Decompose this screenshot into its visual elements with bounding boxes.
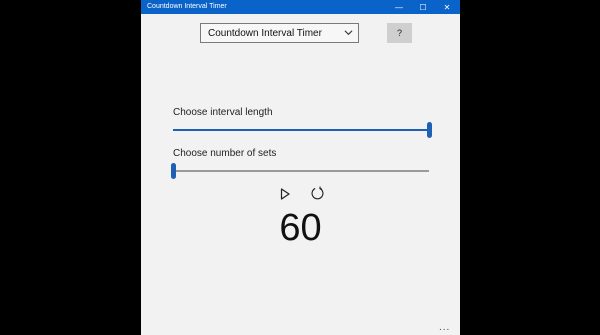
number-of-sets-thumb[interactable] [171, 163, 176, 179]
chevron-down-icon [344, 30, 353, 36]
number-of-sets-track [173, 170, 429, 172]
minimize-button[interactable]: — [386, 0, 412, 14]
more-options-button[interactable]: ... [439, 322, 450, 333]
number-of-sets-label: Choose number of sets [173, 148, 277, 159]
interval-length-slider[interactable] [173, 122, 432, 138]
help-button[interactable]: ? [387, 23, 412, 43]
maximize-button[interactable]: ☐ [410, 0, 436, 14]
app-window: Countdown Interval Timer — ☐ ✕ Countdown… [141, 0, 460, 335]
close-button[interactable]: ✕ [434, 0, 460, 14]
mode-dropdown-value: Countdown Interval Timer [208, 28, 322, 39]
interval-length-thumb[interactable] [427, 122, 432, 138]
interval-length-fill [173, 129, 429, 131]
play-icon [280, 188, 290, 200]
title-bar: Countdown Interval Timer — ☐ ✕ [141, 0, 460, 14]
interval-length-label: Choose interval length [173, 107, 273, 118]
reset-button[interactable] [309, 185, 325, 201]
mode-dropdown[interactable]: Countdown Interval Timer [200, 23, 359, 43]
window-title: Countdown Interval Timer [147, 3, 227, 10]
timer-display: 60 [279, 207, 322, 249]
number-of-sets-slider[interactable] [171, 163, 429, 179]
play-button[interactable] [278, 186, 292, 202]
restart-icon [311, 186, 323, 199]
